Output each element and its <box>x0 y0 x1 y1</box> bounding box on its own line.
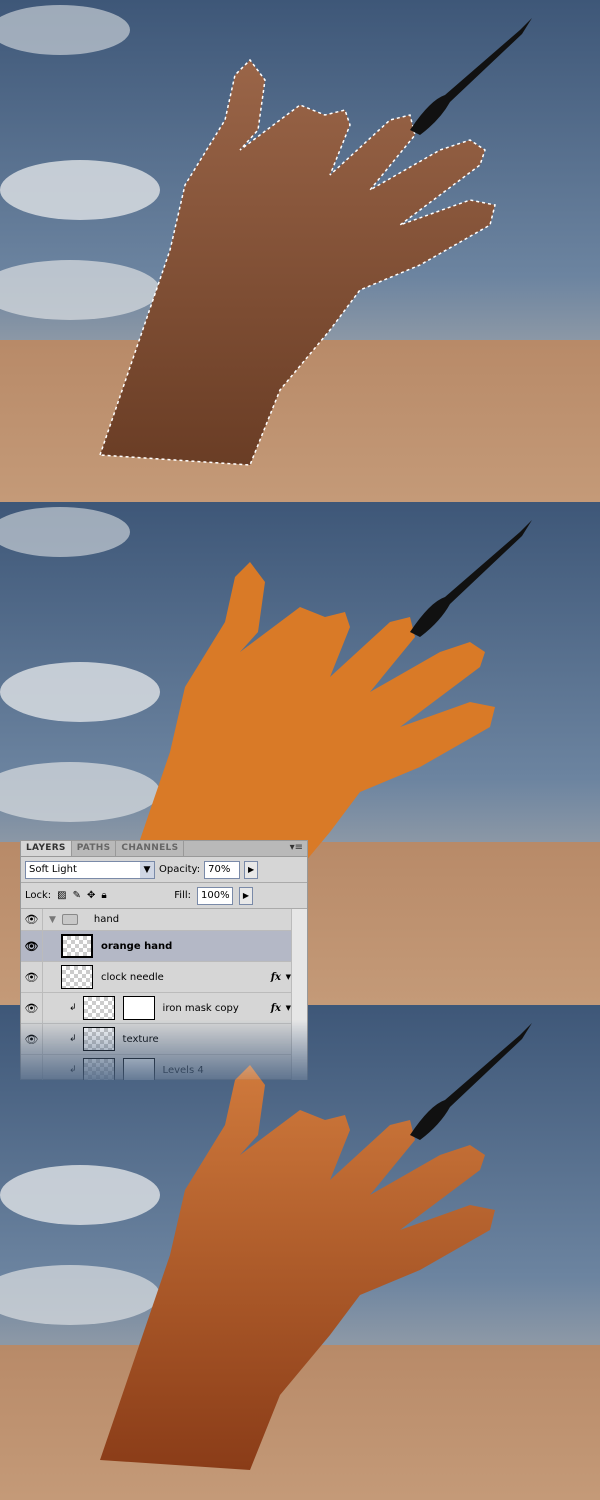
tab-channels[interactable]: CHANNELS <box>116 841 185 856</box>
layer-name: clock needle <box>101 971 164 983</box>
layer-texture[interactable]: 👁︎ ↲ texture <box>21 1024 307 1055</box>
layers-scrollbar[interactable] <box>291 909 307 1086</box>
lock-brush-icon[interactable]: ✎ <box>73 890 81 901</box>
layer-thumbnail <box>82 1027 115 1051</box>
layer-name: Levels 4 <box>162 1064 204 1076</box>
opacity-input[interactable]: 70% <box>204 860 241 879</box>
fill-slider-button[interactable]: ▶ <box>239 886 253 905</box>
layers-panel: LAYERS PATHS CHANNELS ▾≡ Soft Light ▼ Opa… <box>20 840 308 1086</box>
layer-mask-thumbnail <box>122 996 155 1020</box>
adjustment-thumbnail <box>82 1058 115 1082</box>
eye-icon[interactable]: 👁︎ <box>21 1024 43 1054</box>
clip-arrow-icon: ↲ <box>69 1065 77 1075</box>
eye-icon[interactable]: 👁︎ <box>21 909 43 930</box>
tab-layers[interactable]: LAYERS <box>21 841 72 856</box>
blend-mode-select[interactable]: Soft Light ▼ <box>25 860 155 879</box>
layer-mask-thumbnail <box>122 1058 155 1082</box>
eye-icon[interactable]: 👁︎ <box>21 962 43 992</box>
layer-name: orange hand <box>101 940 173 952</box>
step-1-selection-image <box>0 0 600 502</box>
layer-name: hand <box>93 914 120 925</box>
lock-all-icon[interactable]: 🔒︎ <box>101 890 106 901</box>
opacity-slider-button[interactable]: ▶ <box>244 860 259 879</box>
tab-paths[interactable]: PATHS <box>72 841 117 856</box>
layer-thumbnail <box>61 965 93 989</box>
fill-input[interactable]: 100% <box>197 886 233 905</box>
layer-iron-mask-copy[interactable]: 👁︎ ↲ iron mask copy fx ▼ <box>21 993 307 1024</box>
lock-label: Lock: <box>25 890 52 901</box>
panel-menu-icon[interactable]: ▾≡ <box>286 841 307 856</box>
chevron-down-icon: ▼ <box>140 861 154 878</box>
blend-mode-value: Soft Light <box>29 864 77 875</box>
fx-icon[interactable]: fx <box>271 972 281 983</box>
eye-icon[interactable]: 👁︎ <box>21 931 43 961</box>
clip-arrow-icon: ↲ <box>69 1003 77 1013</box>
layer-group-hand[interactable]: 👁︎ ▼ hand <box>21 909 307 931</box>
folder-icon <box>61 914 78 925</box>
layer-name: texture <box>122 1033 159 1045</box>
layer-name: iron mask copy <box>162 1002 239 1014</box>
lock-move-icon[interactable]: ✥ <box>87 890 95 901</box>
clip-arrow-icon: ↲ <box>69 1034 77 1044</box>
layer-thumbnail <box>61 934 93 958</box>
layers-list: 👁︎ ▼ hand 👁︎ orange hand 👁︎ clock needle… <box>21 909 307 1086</box>
layer-clock-needle[interactable]: 👁︎ clock needle fx ▼ <box>21 962 307 993</box>
layer-orange-hand[interactable]: 👁︎ orange hand <box>21 931 307 962</box>
fx-icon[interactable]: fx <box>271 1003 281 1014</box>
opacity-label: Opacity: <box>159 864 201 875</box>
lock-transparent-icon[interactable]: ▨ <box>57 890 66 901</box>
layer-thumbnail <box>82 996 115 1020</box>
triangle-down-icon[interactable]: ▼ <box>49 915 56 925</box>
fill-label: Fill: <box>174 890 191 901</box>
eye-icon[interactable]: 👁︎ <box>21 993 43 1023</box>
